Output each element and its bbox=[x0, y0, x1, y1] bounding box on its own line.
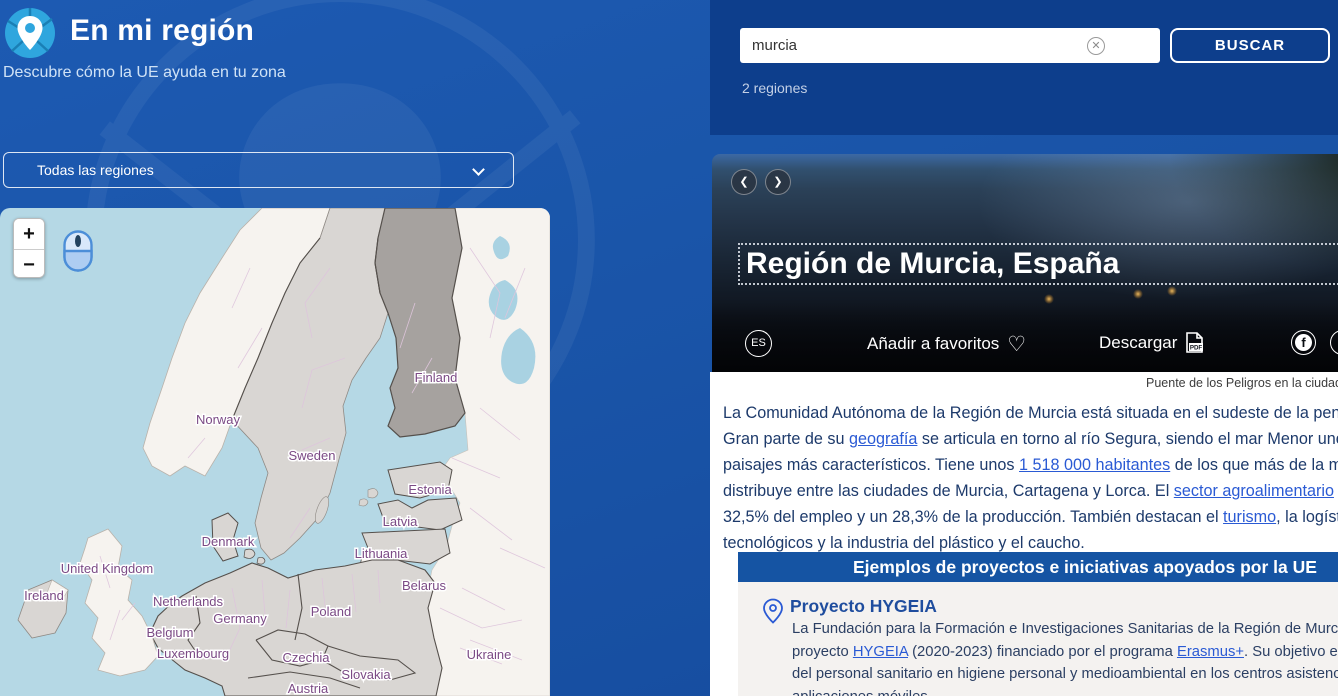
carousel-next-button[interactable]: ❯ bbox=[765, 169, 791, 195]
chevron-down-icon bbox=[472, 163, 485, 176]
inline-link[interactable]: HYGEIA bbox=[853, 644, 908, 660]
facebook-icon: f bbox=[1295, 334, 1312, 351]
project-title: Proyecto HYGEIA bbox=[790, 596, 937, 617]
svg-text:PDF: PDF bbox=[1190, 344, 1203, 351]
map-label-denmark: Denmark bbox=[202, 534, 255, 549]
map-label-latvia: Latvia bbox=[383, 514, 418, 529]
map-label-norway: Norway bbox=[196, 412, 241, 427]
clear-search-icon[interactable]: ✕ bbox=[1087, 37, 1105, 55]
map-label-netherlands: Netherlands bbox=[153, 594, 224, 609]
region-dropdown-value: Todas las regiones bbox=[37, 162, 154, 178]
mouse-hint-icon bbox=[63, 230, 93, 272]
europe-map-container: Norway Sweden Finland Estonia Latvia Lithuani… bbox=[0, 208, 550, 696]
map-label-finland: Finland bbox=[415, 370, 458, 385]
map-region-united-kingdom[interactable] bbox=[80, 529, 158, 676]
region-dropdown[interactable]: Todas las regiones bbox=[3, 152, 514, 188]
region-hero: ❮ ❯ Región de Murcia, España ES Añadir a… bbox=[712, 154, 1338, 372]
project-panel: Proyecto HYGEIA La Fundación para la For… bbox=[738, 582, 1338, 696]
map-label-estonia: Estonia bbox=[408, 482, 452, 497]
map-zoom-control: + − bbox=[13, 218, 45, 278]
download-button[interactable]: Descargar PDF bbox=[1099, 332, 1204, 353]
region-description: La Comunidad Autónoma de la Región de Mu… bbox=[723, 400, 1338, 556]
heart-icon: ♡ bbox=[1007, 333, 1026, 356]
map-label-ukraine: Ukraine bbox=[467, 647, 512, 662]
europe-map[interactable]: Norway Sweden Finland Estonia Latvia Lithuani… bbox=[0, 208, 550, 696]
map-label-luxembourg: Luxembourg bbox=[157, 646, 229, 661]
map-region-central-europe[interactable] bbox=[150, 560, 442, 696]
map-label-austria: Austria bbox=[288, 681, 329, 696]
map-label-czechia: Czechia bbox=[283, 650, 331, 665]
app-logo-pin-icon bbox=[4, 7, 56, 59]
facebook-share-button[interactable]: f bbox=[1291, 330, 1316, 355]
carousel-prev-button[interactable]: ❮ bbox=[731, 169, 757, 195]
map-label-united-kingdom: United Kingdom bbox=[61, 561, 154, 576]
hero-title-box: Región de Murcia, España bbox=[738, 243, 1338, 285]
inline-link[interactable]: 1 518 000 habitantes bbox=[1019, 456, 1170, 474]
region-title: Región de Murcia, España bbox=[746, 247, 1119, 281]
map-label-belgium: Belgium bbox=[147, 625, 194, 640]
pdf-icon: PDF bbox=[1185, 332, 1204, 353]
inline-link[interactable]: sector agroalimentario bbox=[1174, 482, 1334, 500]
map-label-slovakia: Slovakia bbox=[341, 667, 391, 682]
location-pin-icon bbox=[762, 598, 784, 624]
x-share-button[interactable]: ✕ bbox=[1330, 330, 1338, 355]
map-label-lithuania: Lithuania bbox=[355, 546, 409, 561]
street-light bbox=[1167, 286, 1177, 296]
street-light bbox=[1044, 294, 1054, 304]
page-title: En mi región bbox=[70, 14, 254, 48]
inline-link[interactable]: geografía bbox=[849, 430, 917, 448]
map-region-finland[interactable] bbox=[375, 208, 465, 437]
projects-banner: Ejemplos de proyectos e iniciativas apoy… bbox=[738, 552, 1338, 582]
project-description: La Fundación para la Formación e Investi… bbox=[792, 618, 1338, 696]
map-label-ireland: Ireland bbox=[24, 588, 64, 603]
page-subtitle: Descubre cómo la UE ayuda en tu zona bbox=[3, 64, 286, 82]
zoom-in-button[interactable]: + bbox=[14, 219, 44, 249]
map-label-germany: Germany bbox=[213, 611, 267, 626]
zoom-out-button[interactable]: − bbox=[14, 249, 44, 278]
language-badge[interactable]: ES bbox=[745, 330, 772, 357]
results-count: 2 regiones bbox=[742, 80, 807, 96]
search-panel: ✕ BUSCAR 2 regiones bbox=[710, 0, 1338, 135]
map-label-poland: Poland bbox=[311, 604, 351, 619]
hero-action-bar: ES Añadir a favoritos♡ Descargar PDF f ✕ bbox=[712, 328, 1338, 358]
map-label-sweden: Sweden bbox=[289, 448, 336, 463]
projects-banner-title: Ejemplos de proyectos e iniciativas apoy… bbox=[853, 552, 1317, 582]
map-label-belarus: Belarus bbox=[402, 578, 447, 593]
search-button[interactable]: BUSCAR bbox=[1170, 28, 1330, 63]
inline-link[interactable]: turismo bbox=[1223, 508, 1276, 526]
inline-link[interactable]: Erasmus+ bbox=[1177, 644, 1244, 660]
street-light bbox=[1133, 289, 1143, 299]
add-to-favorites-button[interactable]: Añadir a favoritos♡ bbox=[867, 332, 1026, 357]
hero-image-caption: Puente de los Peligros en la ciudad de M… bbox=[1146, 376, 1338, 390]
